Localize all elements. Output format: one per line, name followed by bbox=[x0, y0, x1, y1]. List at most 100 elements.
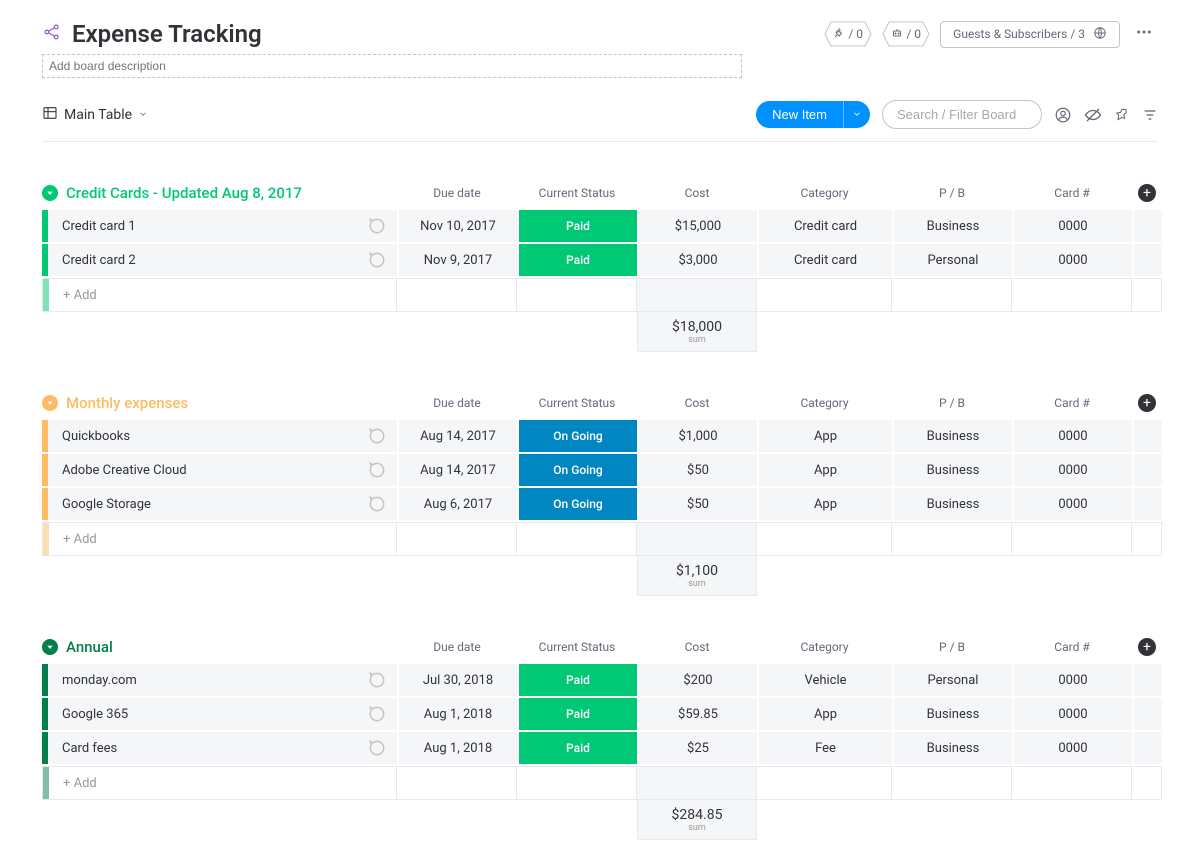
pb-cell[interactable]: Business bbox=[892, 732, 1012, 764]
table-row[interactable]: monday.comJul 30, 2018Paid$200VehiclePer… bbox=[42, 664, 1158, 698]
more-options-button[interactable] bbox=[1130, 20, 1158, 48]
category-cell[interactable]: App bbox=[757, 698, 892, 730]
table-row[interactable]: Quickbooks Aug 14, 2017On Going$1,000AppB… bbox=[42, 420, 1158, 454]
pb-cell[interactable]: Personal bbox=[892, 244, 1012, 276]
item-name[interactable]: Google 365 bbox=[48, 707, 367, 722]
column-header[interactable]: Due date bbox=[397, 186, 517, 200]
item-name[interactable]: Quickbooks bbox=[48, 429, 367, 444]
due-date-cell[interactable]: Aug 14, 2017 bbox=[397, 454, 517, 486]
cost-cell[interactable]: $25 bbox=[637, 732, 757, 764]
card-cell[interactable]: 0000 bbox=[1012, 210, 1132, 242]
chat-icon[interactable] bbox=[367, 216, 397, 236]
item-name[interactable]: Google Storage bbox=[48, 497, 367, 512]
automations-button[interactable]: / 0 bbox=[882, 21, 930, 47]
board-description-input[interactable] bbox=[42, 54, 742, 78]
pb-cell[interactable]: Business bbox=[892, 210, 1012, 242]
due-date-cell[interactable]: Jul 30, 2018 bbox=[397, 664, 517, 696]
card-cell[interactable]: 0000 bbox=[1012, 664, 1132, 696]
guests-subscribers-button[interactable]: Guests & Subscribers / 3 bbox=[940, 21, 1120, 48]
cost-cell[interactable]: $50 bbox=[637, 488, 757, 520]
column-header[interactable]: Category bbox=[757, 640, 892, 654]
pb-cell[interactable]: Business bbox=[892, 420, 1012, 452]
column-header[interactable]: Card # bbox=[1012, 396, 1132, 410]
collapse-toggle[interactable] bbox=[42, 395, 58, 411]
collapse-toggle[interactable] bbox=[42, 185, 58, 201]
status-cell[interactable]: Paid bbox=[517, 664, 637, 696]
new-item-button[interactable]: New Item bbox=[756, 101, 843, 128]
column-header[interactable]: P / B bbox=[892, 396, 1012, 410]
status-cell[interactable]: On Going bbox=[517, 454, 637, 486]
card-cell[interactable]: 0000 bbox=[1012, 420, 1132, 452]
column-header[interactable]: P / B bbox=[892, 640, 1012, 654]
pb-cell[interactable]: Business bbox=[892, 488, 1012, 520]
column-header[interactable]: Current Status bbox=[517, 640, 637, 654]
category-cell[interactable]: Credit card bbox=[757, 244, 892, 276]
status-cell[interactable]: Paid bbox=[517, 698, 637, 730]
card-cell[interactable]: 0000 bbox=[1012, 488, 1132, 520]
item-name[interactable]: Credit card 2 bbox=[48, 253, 367, 268]
chat-icon[interactable] bbox=[367, 704, 397, 724]
status-cell[interactable]: Paid bbox=[517, 244, 637, 276]
collapse-toggle[interactable] bbox=[42, 639, 58, 655]
chat-icon[interactable] bbox=[367, 494, 397, 514]
column-header[interactable]: Card # bbox=[1012, 640, 1132, 654]
cost-cell[interactable]: $15,000 bbox=[637, 210, 757, 242]
due-date-cell[interactable]: Aug 1, 2018 bbox=[397, 732, 517, 764]
column-header[interactable]: Due date bbox=[397, 640, 517, 654]
chat-icon[interactable] bbox=[367, 250, 397, 270]
hide-columns-button[interactable] bbox=[1084, 106, 1102, 124]
pin-button[interactable] bbox=[1114, 107, 1130, 123]
table-row[interactable]: Google StorageAug 6, 2017On Going$50AppB… bbox=[42, 488, 1158, 522]
category-cell[interactable]: Fee bbox=[757, 732, 892, 764]
table-row[interactable]: Adobe Creative Cloud Aug 14, 2017On Going… bbox=[42, 454, 1158, 488]
group-title[interactable]: Credit Cards - Updated Aug 8, 2017 bbox=[66, 184, 302, 202]
pb-cell[interactable]: Personal bbox=[892, 664, 1012, 696]
chat-icon[interactable] bbox=[367, 738, 397, 758]
add-item-row[interactable]: + Add bbox=[42, 522, 1158, 556]
column-header[interactable]: Cost bbox=[637, 186, 757, 200]
pb-cell[interactable]: Business bbox=[892, 454, 1012, 486]
cost-cell[interactable]: $1,000 bbox=[637, 420, 757, 452]
column-header[interactable]: Card # bbox=[1012, 186, 1132, 200]
add-item-row[interactable]: + Add bbox=[42, 766, 1158, 800]
new-item-dropdown[interactable] bbox=[843, 101, 870, 128]
status-cell[interactable]: Paid bbox=[517, 732, 637, 764]
pb-cell[interactable]: Business bbox=[892, 698, 1012, 730]
cost-cell[interactable]: $50 bbox=[637, 454, 757, 486]
cost-cell[interactable]: $3,000 bbox=[637, 244, 757, 276]
column-header[interactable]: Current Status bbox=[517, 396, 637, 410]
group-title[interactable]: Annual bbox=[66, 638, 113, 656]
item-name[interactable]: monday.com bbox=[48, 673, 367, 688]
table-row[interactable]: Card fees Aug 1, 2018Paid$25FeeBusiness00… bbox=[42, 732, 1158, 766]
category-cell[interactable]: App bbox=[757, 420, 892, 452]
category-cell[interactable]: App bbox=[757, 488, 892, 520]
category-cell[interactable]: App bbox=[757, 454, 892, 486]
column-header[interactable]: Category bbox=[757, 396, 892, 410]
due-date-cell[interactable]: Aug 14, 2017 bbox=[397, 420, 517, 452]
category-cell[interactable]: Credit card bbox=[757, 210, 892, 242]
item-name[interactable]: Card fees bbox=[48, 741, 367, 756]
column-header[interactable]: Current Status bbox=[517, 186, 637, 200]
column-header[interactable]: P / B bbox=[892, 186, 1012, 200]
column-header[interactable]: Cost bbox=[637, 396, 757, 410]
status-cell[interactable]: On Going bbox=[517, 488, 637, 520]
search-input[interactable] bbox=[882, 100, 1042, 129]
due-date-cell[interactable]: Aug 1, 2018 bbox=[397, 698, 517, 730]
add-item-row[interactable]: + Add bbox=[42, 278, 1158, 312]
filter-button[interactable] bbox=[1142, 107, 1158, 123]
status-cell[interactable]: On Going bbox=[517, 420, 637, 452]
item-name[interactable]: Adobe Creative Cloud bbox=[48, 463, 367, 478]
card-cell[interactable]: 0000 bbox=[1012, 732, 1132, 764]
board-title[interactable]: Expense Tracking bbox=[72, 20, 262, 48]
chat-icon[interactable] bbox=[367, 426, 397, 446]
view-picker[interactable]: Main Table bbox=[42, 105, 148, 125]
add-column-button[interactable]: + bbox=[1138, 184, 1156, 202]
card-cell[interactable]: 0000 bbox=[1012, 244, 1132, 276]
table-row[interactable]: Google 365Aug 1, 2018Paid$59.85AppBusine… bbox=[42, 698, 1158, 732]
due-date-cell[interactable]: Nov 9, 2017 bbox=[397, 244, 517, 276]
chat-icon[interactable] bbox=[367, 460, 397, 480]
table-row[interactable]: Credit card 1Nov 10, 2017Paid$15,000Cred… bbox=[42, 210, 1158, 244]
due-date-cell[interactable]: Nov 10, 2017 bbox=[397, 210, 517, 242]
table-row[interactable]: Credit card 2 Nov 9, 2017Paid$3,000Credit… bbox=[42, 244, 1158, 278]
card-cell[interactable]: 0000 bbox=[1012, 698, 1132, 730]
